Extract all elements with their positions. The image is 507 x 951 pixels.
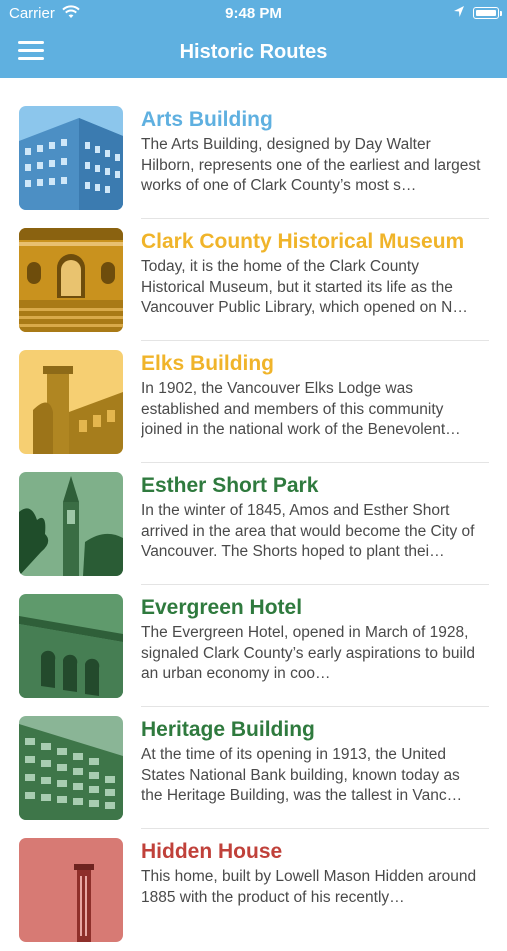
arts-building-photo	[19, 106, 123, 210]
route-title: Evergreen Hotel	[141, 596, 303, 619]
route-description: At the time of its opening in 1913, the …	[141, 746, 463, 804]
esther-short-park-photo	[19, 472, 123, 576]
location-arrow-icon	[453, 5, 465, 22]
route-description: Today, it is the home of the Clark Count…	[141, 258, 468, 316]
route-description: The Arts Building, designed by Day Walte…	[141, 136, 481, 194]
route-title: Clark County Historical Museum	[141, 230, 465, 253]
clock: 9:48 PM	[225, 5, 282, 22]
list-item-hidden-house[interactable]: Hidden House This home, built by Lowell …	[0, 829, 507, 951]
list-item-esther-short-park[interactable]: Esther Short Park In the winter of 1845,…	[0, 463, 507, 585]
route-title: Heritage Building	[141, 718, 315, 741]
list-item-arts-building[interactable]: Arts Building The Arts Building, designe…	[0, 97, 507, 219]
status-bar: Carrier 9:48 PM	[0, 0, 507, 28]
elks-building-photo	[19, 350, 123, 454]
list-item-clark-county-historical-museum[interactable]: Clark County Historical Museum Today, it…	[0, 219, 507, 341]
route-list: Arts Building The Arts Building, designe…	[0, 97, 507, 951]
battery-icon	[473, 7, 502, 19]
hidden-house-photo	[19, 838, 123, 942]
clark-county-historical-museum-photo	[19, 228, 123, 332]
route-title: Esther Short Park	[141, 474, 319, 497]
route-description: This home, built by Lowell Mason Hidden …	[141, 868, 477, 906]
route-description: In the winter of 1845, Amos and Esther S…	[141, 502, 475, 560]
route-description: In 1902, the Vancouver Elks Lodge was es…	[141, 380, 461, 438]
page-title: Historic Routes	[179, 41, 328, 63]
route-description: The Evergreen Hotel, opened in March of …	[141, 624, 475, 682]
route-title: Elks Building	[141, 352, 275, 375]
list-item-elks-building[interactable]: Elks Building In 1902, the Vancouver Elk…	[0, 341, 507, 463]
heritage-building-photo	[19, 716, 123, 820]
list-item-heritage-building[interactable]: Heritage Building At the time of its ope…	[0, 707, 507, 829]
navigation-bar: Carrier 9:48 PM Historic Routes	[0, 0, 507, 78]
evergreen-hotel-photo	[19, 594, 123, 698]
route-title: Arts Building	[141, 108, 273, 131]
list-item-evergreen-hotel[interactable]: Evergreen Hotel The Evergreen Hotel, ope…	[0, 585, 507, 707]
route-title: Hidden House	[141, 840, 283, 863]
